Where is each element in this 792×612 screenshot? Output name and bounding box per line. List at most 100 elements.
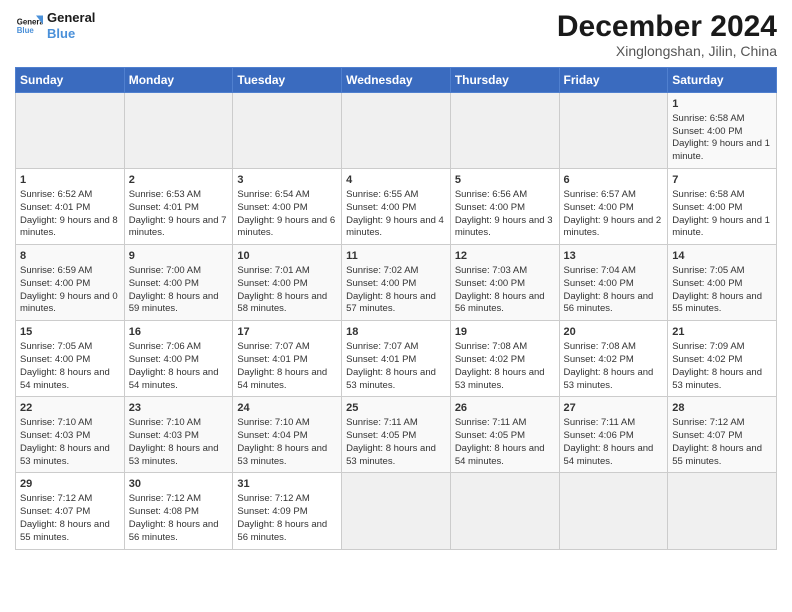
table-row: 14Sunrise: 7:05 AMSunset: 4:00 PMDayligh… [668, 245, 777, 321]
sunrise-text: Sunrise: 7:11 AM [455, 417, 527, 428]
day-number: 17 [237, 325, 337, 340]
col-wednesday: Wednesday [342, 68, 451, 93]
daylight-text: Daylight: 8 hours and 54 minutes. [20, 367, 110, 391]
table-row: 11Sunrise: 7:02 AMSunset: 4:00 PMDayligh… [342, 245, 451, 321]
daylight-text: Daylight: 9 hours and 6 minutes. [237, 215, 335, 239]
sunset-text: Sunset: 4:01 PM [346, 354, 416, 365]
daylight-text: Daylight: 8 hours and 56 minutes. [564, 291, 654, 315]
day-number: 8 [20, 249, 120, 264]
logo-icon: General Blue [15, 12, 43, 40]
daylight-text: Daylight: 8 hours and 54 minutes. [237, 367, 327, 391]
col-thursday: Thursday [450, 68, 559, 93]
day-number: 19 [455, 325, 555, 340]
sunrise-text: Sunrise: 7:12 AM [129, 493, 201, 504]
sunrise-text: Sunrise: 7:03 AM [455, 265, 527, 276]
sunset-text: Sunset: 4:08 PM [129, 506, 199, 517]
sunset-text: Sunset: 4:00 PM [564, 202, 634, 213]
sunrise-text: Sunrise: 6:58 AM [672, 189, 744, 200]
table-row: 5Sunrise: 6:56 AMSunset: 4:00 PMDaylight… [450, 169, 559, 245]
daylight-text: Daylight: 8 hours and 53 minutes. [672, 367, 762, 391]
sunset-text: Sunset: 4:07 PM [672, 430, 742, 441]
sunrise-text: Sunrise: 7:10 AM [237, 417, 309, 428]
day-number: 23 [129, 401, 229, 416]
sunset-text: Sunset: 4:09 PM [237, 506, 307, 517]
sunset-text: Sunset: 4:00 PM [346, 202, 416, 213]
col-sunday: Sunday [16, 68, 125, 93]
sunrise-text: Sunrise: 7:05 AM [20, 341, 92, 352]
sunrise-text: Sunrise: 6:55 AM [346, 189, 418, 200]
page-container: General Blue General Blue December 2024 … [0, 0, 792, 612]
calendar-week-row: 15Sunrise: 7:05 AMSunset: 4:00 PMDayligh… [16, 321, 777, 397]
sunrise-text: Sunrise: 7:02 AM [346, 265, 418, 276]
sunrise-text: Sunrise: 7:12 AM [672, 417, 744, 428]
daylight-text: Daylight: 8 hours and 53 minutes. [237, 443, 327, 467]
day-number: 4 [346, 173, 446, 188]
logo: General Blue General Blue [15, 10, 95, 41]
table-row: 28Sunrise: 7:12 AM Sunset: 4:07 PM Dayligh… [668, 397, 777, 473]
table-row [124, 93, 233, 169]
day-number: 10 [237, 249, 337, 264]
sunset-text: Sunset: 4:00 PM [672, 278, 742, 289]
title-block: December 2024 Xinglongshan, Jilin, China [557, 10, 777, 59]
table-row: 26Sunrise: 7:11 AM Sunset: 4:05 PM Dayligh… [450, 397, 559, 473]
sunrise-text: Sunrise: 7:12 AM [20, 493, 92, 504]
logo-text: General Blue [47, 10, 95, 41]
sunset-text: Sunset: 4:00 PM [20, 278, 90, 289]
table-row: 12Sunrise: 7:03 AMSunset: 4:00 PMDayligh… [450, 245, 559, 321]
sunset-text: Sunset: 4:06 PM [564, 430, 634, 441]
daylight-text: Daylight: 8 hours and 55 minutes. [672, 291, 762, 315]
day-number: 30 [129, 477, 229, 492]
table-row: 13Sunrise: 7:04 AMSunset: 4:00 PMDayligh… [559, 245, 668, 321]
daylight-text: Daylight: 8 hours and 53 minutes. [346, 367, 436, 391]
daylight-text: Daylight: 8 hours and 54 minutes. [455, 443, 545, 467]
sunset-text: Sunset: 4:03 PM [20, 430, 90, 441]
day-number: 18 [346, 325, 446, 340]
table-row: 19Sunrise: 7:08 AMSunset: 4:02 PMDayligh… [450, 321, 559, 397]
table-row: 1Sunrise: 6:58 AMSunset: 4:00 PMDaylight… [668, 93, 777, 169]
daylight-text: Daylight: 9 hours and 8 minutes. [20, 215, 118, 239]
sunset-text: Sunset: 4:01 PM [237, 354, 307, 365]
sunset-text: Sunset: 4:00 PM [455, 202, 525, 213]
day-number: 28 [672, 401, 772, 416]
sunset-text: Sunset: 4:05 PM [346, 430, 416, 441]
table-row: 3Sunrise: 6:54 AMSunset: 4:00 PMDaylight… [233, 169, 342, 245]
day-number: 26 [455, 401, 555, 416]
sunset-text: Sunset: 4:04 PM [237, 430, 307, 441]
day-number: 1 [20, 173, 120, 188]
sunrise-text: Sunrise: 7:10 AM [20, 417, 92, 428]
table-row: 23Sunrise: 7:10 AMSunset: 4:03 PMDayligh… [124, 397, 233, 473]
calendar-week-row: 8Sunrise: 6:59 AMSunset: 4:00 PMDaylight… [16, 245, 777, 321]
table-row: 8Sunrise: 6:59 AMSunset: 4:00 PMDaylight… [16, 245, 125, 321]
table-row [450, 473, 559, 549]
table-row: 22Sunrise: 7:10 AMSunset: 4:03 PMDayligh… [16, 397, 125, 473]
sunrise-text: Sunrise: 7:08 AM [564, 341, 636, 352]
sunrise-text: Sunrise: 7:01 AM [237, 265, 309, 276]
daylight-text: Daylight: 8 hours and 55 minutes. [672, 443, 762, 467]
day-number: 2 [129, 173, 229, 188]
daylight-text: Daylight: 8 hours and 56 minutes. [237, 519, 327, 543]
daylight-text: Daylight: 9 hours and 0 minutes. [20, 291, 118, 315]
sunset-text: Sunset: 4:00 PM [237, 202, 307, 213]
sunset-text: Sunset: 4:00 PM [129, 354, 199, 365]
sunrise-text: Sunrise: 6:53 AM [129, 189, 201, 200]
daylight-text: Daylight: 8 hours and 53 minutes. [455, 367, 545, 391]
sunset-text: Sunset: 4:02 PM [455, 354, 525, 365]
calendar-table: Sunday Monday Tuesday Wednesday Thursday… [15, 67, 777, 550]
day-number: 1 [672, 97, 772, 112]
table-row: 18Sunrise: 7:07 AM Sunset: 4:01 PM Dayligh… [342, 321, 451, 397]
sunrise-text: Sunrise: 7:07 AM [346, 341, 418, 352]
sunset-text: Sunset: 4:05 PM [455, 430, 525, 441]
day-number: 9 [129, 249, 229, 264]
day-number: 16 [129, 325, 229, 340]
table-row: 29Sunrise: 7:12 AMSunset: 4:07 PMDayligh… [16, 473, 125, 549]
svg-text:Blue: Blue [17, 26, 35, 35]
day-number: 21 [672, 325, 772, 340]
daylight-text: Daylight: 8 hours and 54 minutes. [129, 367, 219, 391]
col-friday: Friday [559, 68, 668, 93]
day-number: 7 [672, 173, 772, 188]
sunrise-text: Sunrise: 7:09 AM [672, 341, 744, 352]
table-row: 1Sunrise: 6:52 AMSunset: 4:01 PMDaylight… [16, 169, 125, 245]
day-number: 12 [455, 249, 555, 264]
sunset-text: Sunset: 4:02 PM [564, 354, 634, 365]
sunset-text: Sunset: 4:02 PM [672, 354, 742, 365]
